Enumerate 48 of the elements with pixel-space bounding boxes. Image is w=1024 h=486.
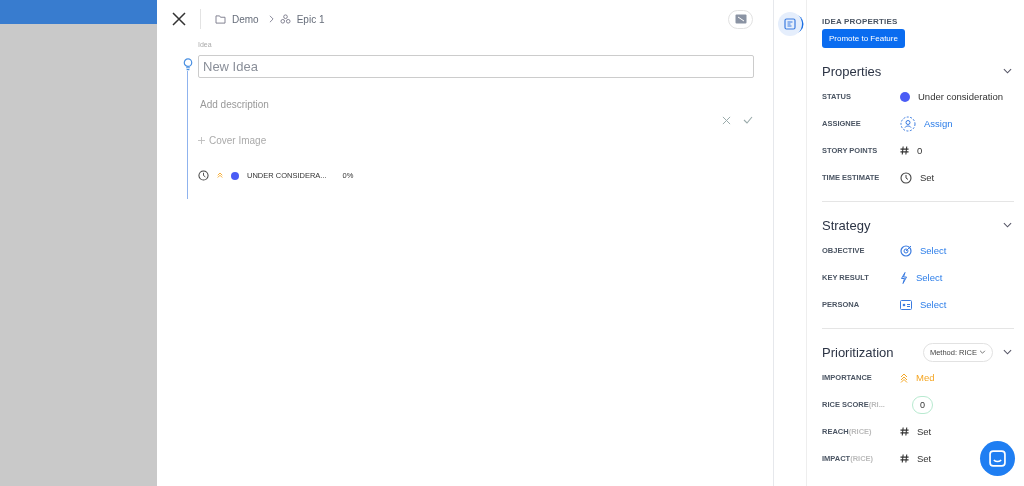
property-value: Under consideration bbox=[918, 91, 1004, 102]
expand-icon bbox=[734, 14, 747, 24]
expand-button[interactable] bbox=[728, 9, 753, 29]
chat-button[interactable] bbox=[980, 441, 1015, 476]
property-value: Set bbox=[917, 426, 932, 437]
nodes-icon bbox=[279, 14, 291, 24]
section-title: Properties bbox=[822, 63, 882, 79]
promote-button[interactable]: Promote to Feature bbox=[822, 29, 905, 48]
breadcrumb-link[interactable]: Demo bbox=[232, 13, 259, 25]
select-link[interactable]: Select bbox=[920, 245, 947, 256]
chat-icon bbox=[989, 450, 1006, 467]
panel-heading: IDEA PROPERTIES bbox=[822, 17, 899, 26]
avatar-icon bbox=[900, 115, 916, 132]
priority-icon bbox=[900, 372, 908, 383]
plus-icon bbox=[198, 137, 205, 144]
hash-icon bbox=[900, 454, 909, 463]
priority-icon bbox=[217, 171, 223, 180]
checkmark-icon[interactable] bbox=[743, 116, 753, 124]
collapse-chevron-icon[interactable] bbox=[1003, 349, 1012, 355]
add-cover-image-link[interactable]: Cover Image bbox=[209, 135, 267, 146]
property-value: Set bbox=[917, 453, 932, 464]
hash-icon bbox=[900, 146, 909, 155]
close-icon[interactable] bbox=[172, 12, 186, 26]
select-link[interactable]: Select bbox=[920, 299, 947, 310]
cancel-icon[interactable] bbox=[722, 116, 731, 125]
clock-icon bbox=[198, 170, 209, 181]
select-link[interactable]: Select bbox=[916, 272, 943, 283]
clock-icon bbox=[900, 171, 912, 184]
lightbulb-icon bbox=[182, 58, 193, 71]
target-icon bbox=[900, 244, 912, 257]
property-value: Med bbox=[916, 372, 935, 383]
hash-icon bbox=[900, 427, 909, 436]
property-value: Set bbox=[920, 172, 935, 183]
properties-tab[interactable] bbox=[778, 12, 802, 36]
breadcrumb-link[interactable]: Epic 1 bbox=[296, 13, 325, 25]
property-value: 0 bbox=[917, 145, 923, 156]
folder-icon bbox=[215, 14, 226, 24]
idea-title-field[interactable]: New Idea bbox=[198, 55, 754, 78]
document-icon bbox=[784, 18, 796, 30]
collapse-chevron-icon[interactable] bbox=[1003, 68, 1012, 74]
collapse-chevron-icon[interactable] bbox=[1003, 222, 1012, 228]
lightning-icon bbox=[900, 271, 908, 284]
section-title: Prioritization bbox=[822, 344, 894, 360]
chevron-icon bbox=[268, 15, 274, 23]
caret-icon bbox=[979, 350, 986, 354]
section-title: Strategy bbox=[822, 217, 871, 233]
id-card-icon bbox=[900, 299, 912, 310]
select-link[interactable]: Assign bbox=[924, 118, 953, 129]
